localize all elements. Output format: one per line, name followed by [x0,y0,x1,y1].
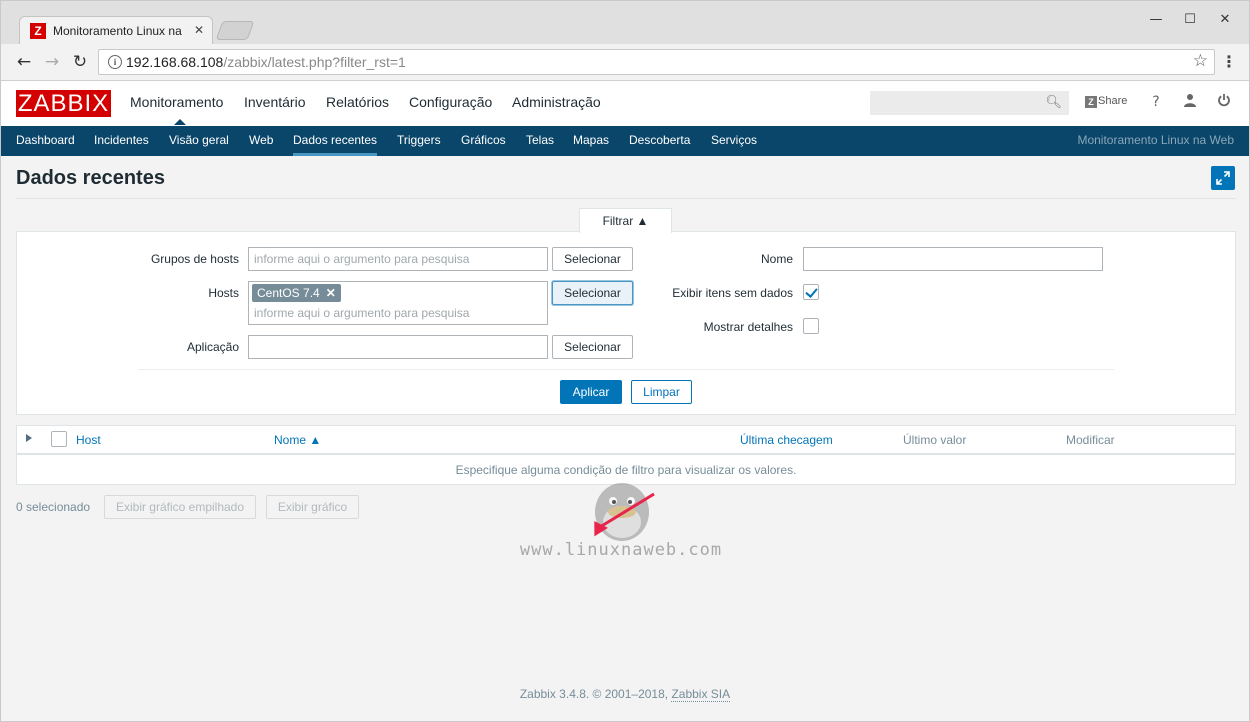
host-chip-label: CentOS 7.4 [257,286,320,300]
fullscreen-button[interactable] [1211,166,1235,190]
subnav-incidents[interactable]: Incidentes [94,133,149,147]
footer-company-link[interactable]: Zabbix SIA [671,687,731,702]
minimize-icon[interactable]: — [1145,11,1167,29]
sub-navigation: Dashboard Incidentes Visão geral Web Dad… [0,126,1250,156]
application-select-button[interactable]: Selecionar [552,335,633,359]
latest-data-table: Host Nome ▲ Última checagem Último valor… [16,425,1236,485]
zabbix-header: ZABBIX Monitoramento Inventário Relatóri… [0,81,1250,126]
host-chip: CentOS 7.4 ✕ [252,284,341,302]
topnav-inventory[interactable]: Inventário [244,94,305,110]
page-title: Dados recentes [16,167,165,189]
filter-toggle-tab[interactable]: Filtrar ▲ [579,208,672,233]
tab-title: Monitoramento Linux na Web [53,24,183,38]
browser-tabstrip: Z Monitoramento Linux na Web ✕ — ☐ ✕ [0,0,1250,45]
show-items-without-data-checkbox[interactable] [803,284,819,300]
url-host: 192.168.68.108 [126,54,224,70]
url-text[interactable]: 192.168.68.108/zabbix/latest.php?filter_… [126,54,406,70]
tab-close-icon[interactable]: ✕ [191,22,207,38]
topnav-administration[interactable]: Administração [512,94,601,110]
graph-button[interactable]: Exibir gráfico [266,495,359,519]
column-change: Modificar [1066,433,1115,447]
annotation-arrow-icon [594,492,655,537]
topnav-reports[interactable]: Relatórios [326,94,389,110]
title-divider [16,198,1236,199]
subnav-discovery[interactable]: Descoberta [629,133,690,147]
site-info-icon[interactable]: i [108,55,122,69]
column-name[interactable]: Nome ▲ [274,433,321,447]
name-label: Nome [760,252,793,266]
subnav-maps[interactable]: Mapas [573,133,609,147]
column-last-value: Último valor [903,433,967,447]
share-link[interactable]: Z Share [1085,95,1127,108]
subnav-screens[interactable]: Telas [526,133,554,147]
hosts-label: Hosts [208,286,239,300]
stacked-graph-button[interactable]: Exibir gráfico empilhado [104,495,256,519]
zabbix-logo[interactable]: ZABBIX [16,90,111,117]
selected-count: 0 selecionado [16,500,91,514]
help-icon[interactable]: ? [1147,93,1165,111]
topnav-configuration[interactable]: Configuração [409,94,492,110]
subnav-overview[interactable]: Visão geral [169,133,229,147]
search-icon[interactable]: 🔍︎ [1045,95,1062,110]
user-profile-icon[interactable] [1181,93,1199,111]
show-items-without-data-label: Exibir itens sem dados [672,286,793,300]
show-details-checkbox[interactable] [803,318,819,334]
empty-table-message: Especifique alguma condição de filtro pa… [455,463,797,477]
address-bar[interactable]: i 192.168.68.108/zabbix/latest.php?filte… [98,49,1215,75]
show-details-label: Mostrar detalhes [703,320,793,334]
server-name: Monitoramento Linux na Web [1077,133,1234,147]
zabbix-favicon-icon: Z [30,23,46,39]
new-tab-button[interactable] [215,21,255,40]
subnav-web[interactable]: Web [249,133,273,147]
subnav-dashboard[interactable]: Dashboard [16,133,75,147]
bookmark-star-icon[interactable]: ☆ [1193,51,1208,71]
column-host[interactable]: Host [76,433,101,447]
page-footer: Zabbix 3.4.8. © 2001–2018, Zabbix SIA [1,687,1249,702]
hosts-placeholder: informe aqui o argumento para pesquisa [254,306,470,320]
back-arrow-icon[interactable]: ← [13,51,35,73]
url-path: /zabbix/latest.php?filter_rst=1 [223,54,406,70]
browser-menu-icon[interactable]: ⋮ [1220,51,1238,73]
filter-divider [138,369,1114,370]
remove-host-icon[interactable]: ✕ [326,286,336,300]
reload-icon[interactable]: ↻ [69,51,91,73]
application-label: Aplicação [186,340,239,354]
host-groups-label: Grupos de hosts [150,252,239,266]
maximize-icon[interactable]: ☐ [1179,11,1201,29]
subnav-services[interactable]: Serviços [711,133,757,147]
column-last-check[interactable]: Última checagem [740,433,833,447]
host-groups-input[interactable]: informe aqui o argumento para pesquisa [248,247,548,271]
subnav-latest-data[interactable]: Dados recentes [293,133,378,156]
global-search-input[interactable]: 🔍︎ [870,91,1069,115]
share-icon: Z [1085,96,1097,108]
browser-toolbar: ← → ↻ i 192.168.68.108/zabbix/latest.php… [0,44,1250,81]
close-window-icon[interactable]: ✕ [1214,11,1236,29]
logout-power-icon[interactable] [1215,93,1233,111]
expand-all-icon[interactable] [26,434,32,442]
watermark-text: www.linuxnaweb.com [519,540,723,560]
apply-button[interactable]: Aplicar [560,380,622,404]
subnav-graphs[interactable]: Gráficos [461,133,506,147]
filter-panel: Grupos de hosts informe aqui o argumento… [16,231,1236,415]
subnav-triggers[interactable]: Triggers [397,133,441,147]
application-input[interactable] [248,335,548,359]
select-all-checkbox[interactable] [51,431,67,447]
page-content: Dados recentes Filtrar ▲ Grupos de hosts… [0,156,1250,722]
table-header-row: Host Nome ▲ Última checagem Último valor… [17,426,1235,455]
reset-button[interactable]: Limpar [631,380,692,404]
browser-tab[interactable]: Z Monitoramento Linux na Web ✕ [19,16,213,45]
fullscreen-icon [1216,171,1230,185]
footer-copyright: Zabbix 3.4.8. © 2001–2018, [519,687,672,701]
name-input[interactable] [803,247,1103,271]
topnav-monitoring[interactable]: Monitoramento [130,94,223,125]
forward-arrow-icon[interactable]: → [41,51,63,73]
hosts-multiselect[interactable]: CentOS 7.4 ✕ informe aqui o argumento par… [248,281,548,325]
share-label: Share [1098,95,1128,107]
